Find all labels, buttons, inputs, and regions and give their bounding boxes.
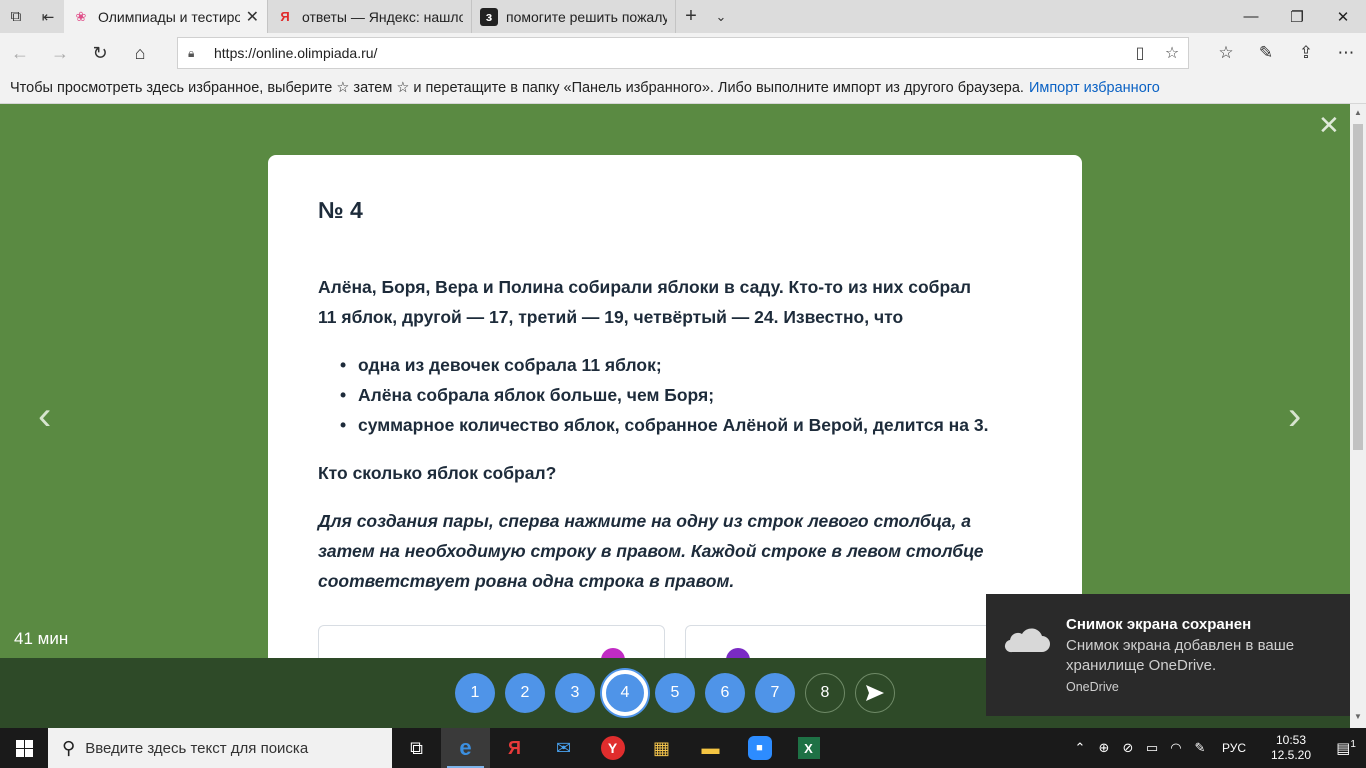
tab-bar: ⧉ ⇤ ❀ Олимпиады и тестирое ✕ Я ответы — … [0, 0, 1366, 33]
olimpiada-icon: ❀ [75, 8, 87, 24]
chevron-right-icon[interactable]: › [1288, 396, 1301, 436]
toast-body: Снимок экрана добавлен в ваше хранилище … [1066, 637, 1295, 674]
favorites-hint: Чтобы просмотреть здесь избранное, выбер… [10, 80, 1024, 96]
zoom-icon[interactable]: ■ [735, 728, 784, 768]
search-placeholder: Введите здесь текст для поиска [85, 739, 309, 757]
scrollbar-thumb[interactable] [1353, 124, 1363, 450]
clock-time: 10:53 [1275, 733, 1307, 747]
close-window-icon[interactable]: ✕ [1320, 0, 1366, 33]
task-question: Кто сколько яблок собрал? [318, 463, 557, 483]
folder-icon[interactable]: ▬ [686, 728, 735, 768]
condition-item: Алёна собрала яблок больше, чем Боря; [340, 380, 1032, 410]
home-icon[interactable]: ⌂ [120, 33, 160, 73]
onedrive-cloud-icon [1004, 628, 1050, 653]
battery-icon[interactable]: ▭ [1140, 740, 1164, 756]
set-aside-tabs-icon[interactable]: ⇤ [32, 0, 64, 33]
question-button-5[interactable]: 5 [655, 673, 695, 713]
error-icon[interactable]: ⊘ [1116, 740, 1140, 756]
scrollbar[interactable]: ▲ ▼ [1350, 104, 1366, 728]
task-view-icon[interactable]: ⧉ [392, 728, 441, 768]
favorites-list-icon[interactable]: ☆ [1206, 33, 1246, 73]
notification-count: 1 [1350, 739, 1356, 750]
favorites-bar: Чтобы просмотреть здесь избранное, выбер… [0, 73, 1366, 104]
condition-item: суммарное количество яблок, собранное Ал… [340, 410, 1032, 440]
task-intro-line1: Алёна, Боря, Вера и Полина собирали ябло… [318, 277, 971, 297]
back-icon[interactable]: ← [0, 33, 40, 73]
tab-title: ответы — Яндекс: нашлось [302, 8, 463, 25]
import-favorites-link[interactable]: Импорт избранного [1029, 80, 1160, 96]
question-button-3[interactable]: 3 [555, 673, 595, 713]
clock-date: 12.5.20 [1270, 748, 1312, 762]
reading-view-icon[interactable]: ▯ [1124, 43, 1156, 63]
task-number: № 4 [318, 197, 363, 223]
lock-icon: 🔒︎ [188, 45, 195, 60]
yandex-icon[interactable]: Y [588, 728, 637, 768]
chevron-left-icon[interactable]: ‹ [38, 396, 51, 436]
close-icon[interactable]: ✕ [1318, 112, 1340, 138]
close-tab-icon[interactable]: ✕ [246, 7, 259, 27]
new-tab-icon[interactable]: + [676, 0, 706, 33]
question-button-7[interactable]: 7 [755, 673, 795, 713]
tab-znanija[interactable]: з помогите решить пожалуй [472, 0, 676, 33]
language-indicator[interactable]: РУС [1222, 741, 1246, 755]
forward-icon[interactable]: → [40, 33, 80, 73]
send-icon [866, 685, 884, 701]
scroll-down-icon[interactable]: ▼ [1350, 712, 1366, 721]
question-button-4[interactable]: 4 [602, 670, 648, 716]
clock[interactable]: 10:53 12.5.20 [1256, 733, 1326, 763]
condition-item: одна из девочек собрала 11 яблок; [340, 350, 1032, 380]
onedrive-notification[interactable]: Снимок экрана сохранен Снимок экрана доб… [986, 594, 1350, 716]
tab-yandex[interactable]: Я ответы — Яндекс: нашлось [268, 0, 472, 33]
address-bar: ← → ↻ ⌂ 🔒︎ https://online.olimpiada.ru/ … [0, 33, 1366, 73]
question-button-2[interactable]: 2 [505, 673, 545, 713]
minimize-icon[interactable]: — [1228, 0, 1274, 33]
question-button-1[interactable]: 1 [455, 673, 495, 713]
refresh-icon[interactable]: ↻ [80, 33, 120, 73]
favorite-star-icon[interactable]: ☆ [1156, 43, 1188, 63]
toast-source: OneDrive [1066, 680, 1119, 694]
tab-list-chevron-icon[interactable]: ⌄ [706, 0, 736, 33]
mail-icon[interactable]: ✉ [539, 728, 588, 768]
toast-title: Снимок экрана сохранен [1066, 616, 1252, 633]
tab-title: Олимпиады и тестирое [98, 8, 240, 25]
store-icon[interactable]: ▦ [637, 728, 686, 768]
notification-center-icon[interactable]: ▤1 [1326, 739, 1366, 757]
task-instruction: Для создания пары, сперва нажмите на одн… [318, 511, 984, 591]
znanija-icon: з [480, 7, 498, 26]
tab-title: помогите решить пожалуй [506, 8, 667, 25]
wifi-icon[interactable]: ◠ [1164, 740, 1188, 756]
question-button-8[interactable]: 8 [805, 673, 845, 713]
timer: 41 мин [14, 629, 69, 648]
share-icon[interactable]: ⇪ [1286, 33, 1326, 73]
excel-icon[interactable]: X [784, 728, 833, 768]
system-tray: ⌃ ⊕ ⊘ ▭ ◠ ✎ РУС 10:53 12.5.20 ▤1 [1068, 728, 1366, 768]
task-intro-line2: 11 яблок, другой — 17, третий — 19, четв… [318, 307, 904, 327]
taskbar-search-input[interactable]: ⚲ Введите здесь текст для поиска [48, 728, 392, 768]
more-icon[interactable]: ⋯ [1326, 33, 1366, 73]
pen-icon[interactable]: ✎ [1246, 33, 1286, 73]
tab-manager-icon[interactable]: ⧉ [0, 0, 32, 33]
restore-icon[interactable]: ❐ [1274, 0, 1320, 33]
search-icon: ⚲ [62, 737, 76, 758]
question-button-6[interactable]: 6 [705, 673, 745, 713]
edge-app-icon[interactable]: e [441, 728, 490, 768]
chevron-up-icon[interactable]: ⌃ [1068, 740, 1092, 756]
conditions-list: одна из девочек собрала 11 яблок; Алёна … [340, 350, 1032, 440]
network-icon[interactable]: ⊕ [1092, 740, 1116, 756]
pen-workspace-icon[interactable]: ✎ [1188, 740, 1212, 756]
scroll-up-icon[interactable]: ▲ [1350, 108, 1366, 117]
windows-start-icon[interactable] [0, 728, 48, 768]
send-answers-button[interactable] [855, 673, 895, 713]
url-text: https://online.olimpiada.ru/ [214, 45, 378, 61]
yandex-browser-icon[interactable]: Я [490, 728, 539, 768]
task-card: № 4 Алёна, Боря, Вера и Полина собирали … [268, 155, 1082, 675]
yandex-icon: Я [280, 9, 290, 24]
taskbar: ⚲ Введите здесь текст для поиска ⧉ e Я ✉… [0, 728, 1366, 768]
tab-olimpiada[interactable]: ❀ Олимпиады и тестирое ✕ [64, 0, 268, 33]
url-field[interactable]: 🔒︎ https://online.olimpiada.ru/ ▯ ☆ [177, 37, 1189, 69]
